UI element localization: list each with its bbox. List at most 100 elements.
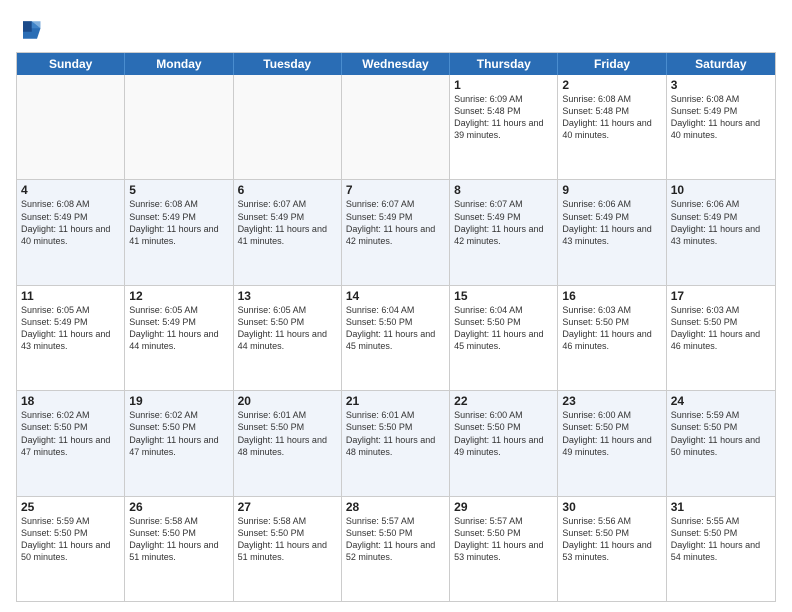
day-number: 1 bbox=[454, 78, 553, 92]
calendar-week-3: 11Sunrise: 6:05 AM Sunset: 5:49 PM Dayli… bbox=[17, 285, 775, 390]
day-detail: Sunrise: 6:01 AM Sunset: 5:50 PM Dayligh… bbox=[238, 409, 337, 458]
day-cell-15: 15Sunrise: 6:04 AM Sunset: 5:50 PM Dayli… bbox=[450, 286, 558, 390]
day-number: 3 bbox=[671, 78, 771, 92]
calendar-week-4: 18Sunrise: 6:02 AM Sunset: 5:50 PM Dayli… bbox=[17, 390, 775, 495]
calendar-header: SundayMondayTuesdayWednesdayThursdayFrid… bbox=[17, 53, 775, 75]
day-number: 20 bbox=[238, 394, 337, 408]
header-day-monday: Monday bbox=[125, 53, 233, 75]
day-detail: Sunrise: 6:04 AM Sunset: 5:50 PM Dayligh… bbox=[346, 304, 445, 353]
day-detail: Sunrise: 5:58 AM Sunset: 5:50 PM Dayligh… bbox=[129, 515, 228, 564]
day-detail: Sunrise: 6:05 AM Sunset: 5:50 PM Dayligh… bbox=[238, 304, 337, 353]
day-number: 27 bbox=[238, 500, 337, 514]
day-detail: Sunrise: 5:58 AM Sunset: 5:50 PM Dayligh… bbox=[238, 515, 337, 564]
day-cell-19: 19Sunrise: 6:02 AM Sunset: 5:50 PM Dayli… bbox=[125, 391, 233, 495]
day-detail: Sunrise: 6:08 AM Sunset: 5:48 PM Dayligh… bbox=[562, 93, 661, 142]
day-cell-28: 28Sunrise: 5:57 AM Sunset: 5:50 PM Dayli… bbox=[342, 497, 450, 601]
empty-cell bbox=[234, 75, 342, 179]
logo bbox=[16, 16, 48, 44]
day-number: 30 bbox=[562, 500, 661, 514]
day-detail: Sunrise: 6:01 AM Sunset: 5:50 PM Dayligh… bbox=[346, 409, 445, 458]
header-day-saturday: Saturday bbox=[667, 53, 775, 75]
header-day-friday: Friday bbox=[558, 53, 666, 75]
day-cell-30: 30Sunrise: 5:56 AM Sunset: 5:50 PM Dayli… bbox=[558, 497, 666, 601]
day-number: 18 bbox=[21, 394, 120, 408]
day-cell-4: 4Sunrise: 6:08 AM Sunset: 5:49 PM Daylig… bbox=[17, 180, 125, 284]
day-detail: Sunrise: 5:57 AM Sunset: 5:50 PM Dayligh… bbox=[454, 515, 553, 564]
day-detail: Sunrise: 6:08 AM Sunset: 5:49 PM Dayligh… bbox=[129, 198, 228, 247]
day-cell-18: 18Sunrise: 6:02 AM Sunset: 5:50 PM Dayli… bbox=[17, 391, 125, 495]
day-number: 4 bbox=[21, 183, 120, 197]
day-cell-5: 5Sunrise: 6:08 AM Sunset: 5:49 PM Daylig… bbox=[125, 180, 233, 284]
day-detail: Sunrise: 5:57 AM Sunset: 5:50 PM Dayligh… bbox=[346, 515, 445, 564]
day-number: 11 bbox=[21, 289, 120, 303]
day-cell-17: 17Sunrise: 6:03 AM Sunset: 5:50 PM Dayli… bbox=[667, 286, 775, 390]
day-cell-12: 12Sunrise: 6:05 AM Sunset: 5:49 PM Dayli… bbox=[125, 286, 233, 390]
day-cell-31: 31Sunrise: 5:55 AM Sunset: 5:50 PM Dayli… bbox=[667, 497, 775, 601]
day-number: 14 bbox=[346, 289, 445, 303]
day-detail: Sunrise: 6:08 AM Sunset: 5:49 PM Dayligh… bbox=[671, 93, 771, 142]
header-day-wednesday: Wednesday bbox=[342, 53, 450, 75]
day-detail: Sunrise: 6:08 AM Sunset: 5:49 PM Dayligh… bbox=[21, 198, 120, 247]
day-detail: Sunrise: 6:09 AM Sunset: 5:48 PM Dayligh… bbox=[454, 93, 553, 142]
logo-icon bbox=[16, 16, 44, 44]
day-number: 13 bbox=[238, 289, 337, 303]
calendar-week-1: 1Sunrise: 6:09 AM Sunset: 5:48 PM Daylig… bbox=[17, 75, 775, 179]
day-detail: Sunrise: 6:03 AM Sunset: 5:50 PM Dayligh… bbox=[671, 304, 771, 353]
empty-cell bbox=[17, 75, 125, 179]
day-detail: Sunrise: 6:05 AM Sunset: 5:49 PM Dayligh… bbox=[129, 304, 228, 353]
day-detail: Sunrise: 6:06 AM Sunset: 5:49 PM Dayligh… bbox=[562, 198, 661, 247]
day-detail: Sunrise: 6:00 AM Sunset: 5:50 PM Dayligh… bbox=[562, 409, 661, 458]
day-cell-23: 23Sunrise: 6:00 AM Sunset: 5:50 PM Dayli… bbox=[558, 391, 666, 495]
day-number: 15 bbox=[454, 289, 553, 303]
day-detail: Sunrise: 6:05 AM Sunset: 5:49 PM Dayligh… bbox=[21, 304, 120, 353]
day-number: 26 bbox=[129, 500, 228, 514]
day-cell-3: 3Sunrise: 6:08 AM Sunset: 5:49 PM Daylig… bbox=[667, 75, 775, 179]
day-detail: Sunrise: 6:06 AM Sunset: 5:49 PM Dayligh… bbox=[671, 198, 771, 247]
day-number: 29 bbox=[454, 500, 553, 514]
day-cell-20: 20Sunrise: 6:01 AM Sunset: 5:50 PM Dayli… bbox=[234, 391, 342, 495]
header bbox=[16, 16, 776, 44]
header-day-thursday: Thursday bbox=[450, 53, 558, 75]
day-detail: Sunrise: 5:56 AM Sunset: 5:50 PM Dayligh… bbox=[562, 515, 661, 564]
day-cell-21: 21Sunrise: 6:01 AM Sunset: 5:50 PM Dayli… bbox=[342, 391, 450, 495]
day-cell-26: 26Sunrise: 5:58 AM Sunset: 5:50 PM Dayli… bbox=[125, 497, 233, 601]
day-cell-11: 11Sunrise: 6:05 AM Sunset: 5:49 PM Dayli… bbox=[17, 286, 125, 390]
day-number: 16 bbox=[562, 289, 661, 303]
day-number: 9 bbox=[562, 183, 661, 197]
day-number: 5 bbox=[129, 183, 228, 197]
day-detail: Sunrise: 5:59 AM Sunset: 5:50 PM Dayligh… bbox=[21, 515, 120, 564]
day-cell-22: 22Sunrise: 6:00 AM Sunset: 5:50 PM Dayli… bbox=[450, 391, 558, 495]
day-cell-9: 9Sunrise: 6:06 AM Sunset: 5:49 PM Daylig… bbox=[558, 180, 666, 284]
day-number: 7 bbox=[346, 183, 445, 197]
day-number: 19 bbox=[129, 394, 228, 408]
day-number: 31 bbox=[671, 500, 771, 514]
day-cell-13: 13Sunrise: 6:05 AM Sunset: 5:50 PM Dayli… bbox=[234, 286, 342, 390]
day-detail: Sunrise: 6:03 AM Sunset: 5:50 PM Dayligh… bbox=[562, 304, 661, 353]
page: SundayMondayTuesdayWednesdayThursdayFrid… bbox=[0, 0, 792, 612]
calendar-body: 1Sunrise: 6:09 AM Sunset: 5:48 PM Daylig… bbox=[17, 75, 775, 601]
day-detail: Sunrise: 6:07 AM Sunset: 5:49 PM Dayligh… bbox=[346, 198, 445, 247]
day-cell-2: 2Sunrise: 6:08 AM Sunset: 5:48 PM Daylig… bbox=[558, 75, 666, 179]
day-cell-1: 1Sunrise: 6:09 AM Sunset: 5:48 PM Daylig… bbox=[450, 75, 558, 179]
header-day-tuesday: Tuesday bbox=[234, 53, 342, 75]
day-number: 24 bbox=[671, 394, 771, 408]
day-number: 10 bbox=[671, 183, 771, 197]
day-number: 12 bbox=[129, 289, 228, 303]
day-cell-14: 14Sunrise: 6:04 AM Sunset: 5:50 PM Dayli… bbox=[342, 286, 450, 390]
calendar-week-5: 25Sunrise: 5:59 AM Sunset: 5:50 PM Dayli… bbox=[17, 496, 775, 601]
day-detail: Sunrise: 5:59 AM Sunset: 5:50 PM Dayligh… bbox=[671, 409, 771, 458]
day-number: 2 bbox=[562, 78, 661, 92]
day-detail: Sunrise: 6:00 AM Sunset: 5:50 PM Dayligh… bbox=[454, 409, 553, 458]
header-day-sunday: Sunday bbox=[17, 53, 125, 75]
day-detail: Sunrise: 6:07 AM Sunset: 5:49 PM Dayligh… bbox=[454, 198, 553, 247]
day-cell-8: 8Sunrise: 6:07 AM Sunset: 5:49 PM Daylig… bbox=[450, 180, 558, 284]
calendar: SundayMondayTuesdayWednesdayThursdayFrid… bbox=[16, 52, 776, 602]
day-number: 25 bbox=[21, 500, 120, 514]
day-cell-25: 25Sunrise: 5:59 AM Sunset: 5:50 PM Dayli… bbox=[17, 497, 125, 601]
day-detail: Sunrise: 6:07 AM Sunset: 5:49 PM Dayligh… bbox=[238, 198, 337, 247]
day-number: 17 bbox=[671, 289, 771, 303]
day-number: 6 bbox=[238, 183, 337, 197]
day-cell-6: 6Sunrise: 6:07 AM Sunset: 5:49 PM Daylig… bbox=[234, 180, 342, 284]
day-cell-24: 24Sunrise: 5:59 AM Sunset: 5:50 PM Dayli… bbox=[667, 391, 775, 495]
day-cell-7: 7Sunrise: 6:07 AM Sunset: 5:49 PM Daylig… bbox=[342, 180, 450, 284]
